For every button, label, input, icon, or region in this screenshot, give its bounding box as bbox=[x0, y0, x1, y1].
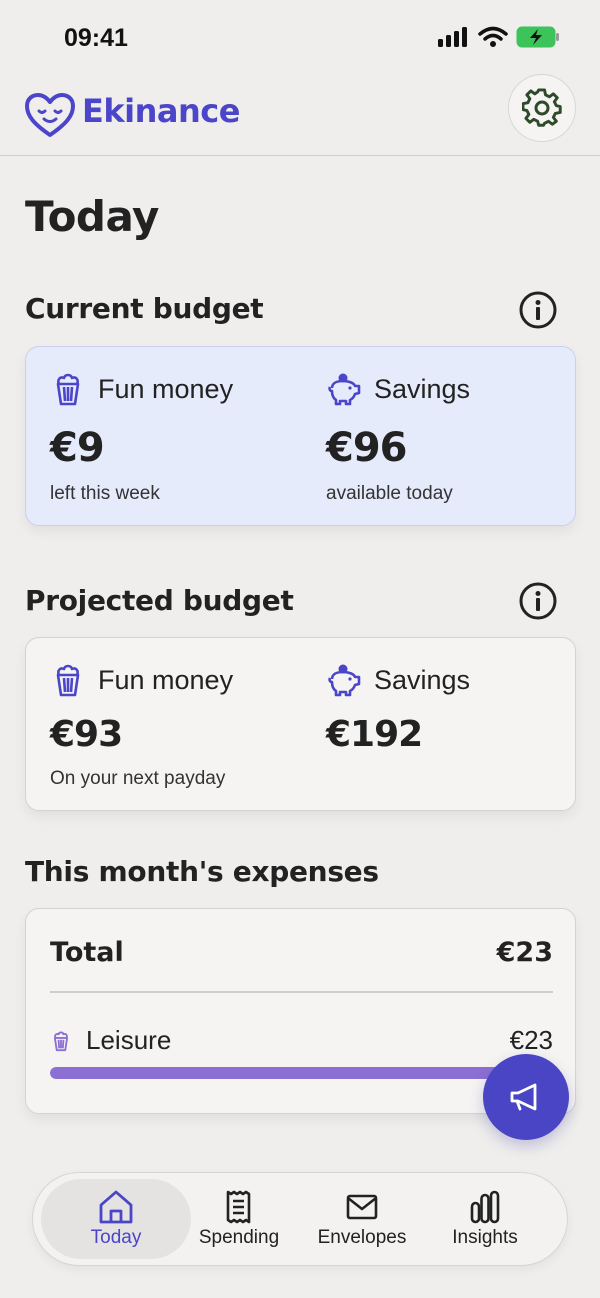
settings-button[interactable] bbox=[508, 74, 576, 142]
piggy-bank-icon bbox=[328, 373, 361, 406]
expenses-total-row: Total €23 bbox=[50, 937, 553, 968]
savings-label: Savings bbox=[374, 373, 471, 404]
receipt-icon bbox=[226, 1190, 251, 1224]
popcorn-icon bbox=[53, 1031, 69, 1051]
nav-label: Spending bbox=[198, 1227, 280, 1248]
status-icons bbox=[438, 26, 560, 48]
divider bbox=[50, 991, 553, 993]
nav-label: Envelopes bbox=[317, 1227, 407, 1248]
expense-progress-fill bbox=[50, 1067, 553, 1079]
nav-label: Today bbox=[90, 1227, 142, 1248]
fun-money-label: Fun money bbox=[98, 373, 234, 404]
gear-icon bbox=[522, 88, 562, 127]
savings-amount: €96 bbox=[326, 425, 407, 471]
bar-chart-icon bbox=[470, 1190, 500, 1224]
popcorn-icon bbox=[56, 664, 80, 697]
status-bar: 09:41 bbox=[0, 0, 600, 80]
signal-icon bbox=[438, 27, 467, 47]
savings-caption: available today bbox=[326, 483, 453, 504]
projected-budget-card: Fun money €93 On your next payday Saving… bbox=[25, 637, 576, 811]
bottom-nav: Today Spending Envelopes Insights bbox=[32, 1172, 568, 1266]
projected-savings-label: Savings bbox=[374, 664, 471, 695]
status-time: 09:41 bbox=[64, 24, 128, 52]
projected-savings-header: Savings bbox=[326, 662, 470, 698]
savings-header: Savings bbox=[326, 371, 470, 407]
info-icon[interactable] bbox=[518, 581, 558, 621]
battery-icon bbox=[516, 26, 559, 48]
projected-fun-money-label: Fun money bbox=[98, 664, 234, 695]
nav-label: Insights bbox=[452, 1227, 518, 1248]
app-header: Ekinance bbox=[0, 70, 600, 156]
envelope-icon bbox=[346, 1194, 378, 1220]
page-title: Today bbox=[25, 192, 159, 241]
expenses-total-label: Total bbox=[50, 937, 124, 968]
heart-logo-icon bbox=[25, 93, 75, 137]
projected-caption: On your next payday bbox=[50, 768, 226, 789]
current-budget-title: Current budget bbox=[25, 292, 264, 325]
projected-budget-title: Projected budget bbox=[25, 584, 294, 617]
wifi-icon bbox=[478, 26, 508, 47]
fun-money-amount: €9 bbox=[50, 425, 105, 471]
current-budget-card: Fun money €9 left this week Savings €96 … bbox=[25, 346, 576, 526]
app-name: Ekinance bbox=[82, 92, 240, 130]
expense-category: Leisure bbox=[50, 1025, 171, 1056]
popcorn-icon bbox=[56, 373, 80, 406]
expenses-title: This month's expenses bbox=[25, 855, 379, 888]
nav-insights[interactable]: Insights bbox=[410, 1179, 560, 1259]
expense-category-value: €23 bbox=[509, 1025, 553, 1055]
megaphone-icon bbox=[510, 1083, 537, 1111]
home-icon bbox=[99, 1190, 133, 1224]
feedback-button[interactable] bbox=[483, 1054, 569, 1140]
info-icon[interactable] bbox=[518, 290, 558, 330]
expenses-total-value: €23 bbox=[496, 937, 553, 968]
projected-fun-money-amount: €93 bbox=[50, 714, 123, 755]
projected-fun-money-header: Fun money bbox=[50, 662, 233, 698]
expense-category-label: Leisure bbox=[86, 1025, 172, 1055]
projected-savings-amount: €192 bbox=[326, 714, 423, 755]
fun-money-header: Fun money bbox=[50, 371, 233, 407]
expense-progress-bar bbox=[50, 1067, 553, 1079]
piggy-bank-icon bbox=[328, 664, 361, 697]
fun-money-caption: left this week bbox=[50, 483, 160, 504]
expense-category-row: Leisure €23 bbox=[50, 1025, 553, 1056]
